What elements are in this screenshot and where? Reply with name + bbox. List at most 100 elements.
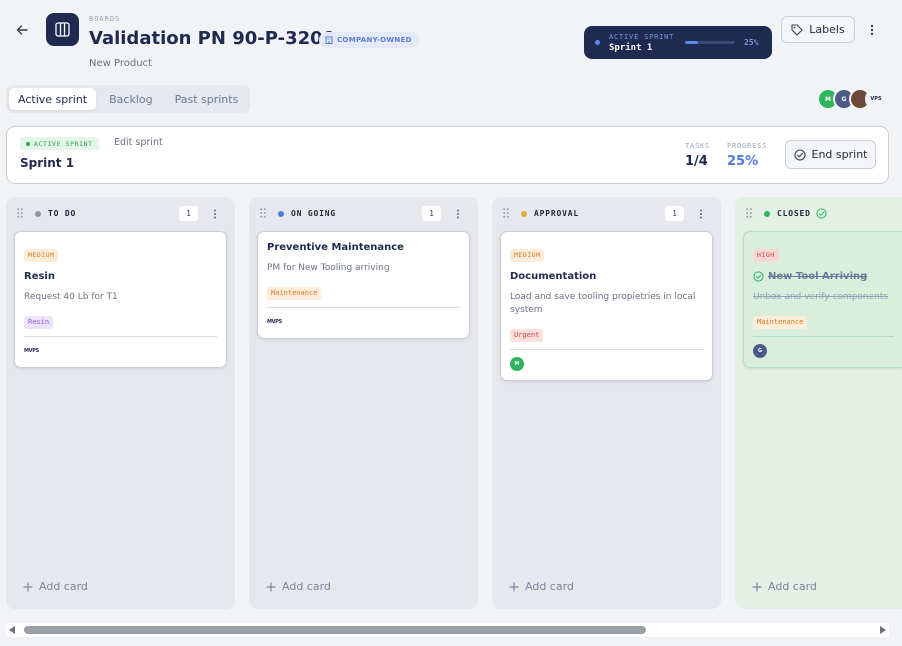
horizontal-scrollbar[interactable] xyxy=(6,623,889,637)
sprint-pill-name: Sprint 1 xyxy=(609,43,653,53)
active-sprint-badge: ACTIVE SPRINT xyxy=(20,137,99,150)
tab-backlog[interactable]: Backlog xyxy=(100,88,161,110)
more-options-button[interactable] xyxy=(862,20,882,40)
add-card-button[interactable]: Add card xyxy=(266,580,331,593)
more-vertical-icon xyxy=(457,209,459,219)
card-tag: Urgent xyxy=(510,329,544,342)
member-avatars[interactable]: M G VPS xyxy=(817,88,887,110)
add-card-button[interactable]: Add card xyxy=(23,580,88,593)
priority-badge: MEDIUM xyxy=(24,249,59,262)
progress-value: 25% xyxy=(727,154,759,169)
sprint-name: Sprint 1 xyxy=(20,156,75,170)
column-menu-button[interactable] xyxy=(696,206,706,222)
column-menu-button[interactable] xyxy=(210,206,220,222)
tasks-value: 1/4 xyxy=(685,154,708,169)
board-icon xyxy=(46,13,79,46)
labels-button-label: Labels xyxy=(809,23,845,36)
sprint-progress-bar xyxy=(685,41,735,44)
card-title: Documentation xyxy=(510,271,597,282)
priority-badge: HIGH xyxy=(753,249,779,262)
card-description: PM for New Tooling arriving xyxy=(267,263,390,273)
building-icon xyxy=(325,36,333,44)
active-sprint-badge-label: ACTIVE SPRINT xyxy=(34,139,93,148)
active-sprint-pill[interactable]: ACTIVE SPRINT Sprint 1 25% xyxy=(584,26,772,59)
add-card-label: Add card xyxy=(768,580,817,593)
add-card-button[interactable]: Add card xyxy=(752,580,817,593)
owner-badge: COMPANY-OWNED xyxy=(319,32,419,48)
column-title: CLOSED xyxy=(777,209,811,218)
card-title-row: New Tool Arriving xyxy=(753,271,894,282)
column-header: ON GOING 1 xyxy=(249,197,478,231)
arrow-left-icon xyxy=(16,25,28,35)
column-header: APPROVAL 1 xyxy=(492,197,721,231)
column-title: APPROVAL xyxy=(534,209,579,218)
scrollbar-thumb[interactable] xyxy=(24,626,646,634)
add-card-label: Add card xyxy=(39,580,88,593)
card-title: Preventive Maintenance xyxy=(267,242,404,253)
column-title: ON GOING xyxy=(291,209,336,218)
column-header: TO DO 1 xyxy=(6,197,235,231)
sprint-panel: ACTIVE SPRINT Edit sprint Sprint 1 TASKS… xyxy=(6,126,889,184)
scroll-right-arrow-icon[interactable] xyxy=(880,626,886,634)
more-vertical-icon xyxy=(214,209,216,219)
priority-badge: MEDIUM xyxy=(510,249,545,262)
view-tabs: Active sprint Backlog Past sprints xyxy=(6,85,251,113)
sprint-pill-percent: 25% xyxy=(744,38,759,47)
card-assignee-avatar[interactable]: G xyxy=(753,343,767,358)
sprint-status-dot xyxy=(595,40,600,45)
tag-icon xyxy=(791,23,803,36)
drag-handle-icon[interactable] xyxy=(260,208,266,218)
card-footer: G xyxy=(753,336,894,358)
card-footer: MVPS xyxy=(24,336,217,357)
more-vertical-icon xyxy=(700,209,702,219)
scroll-left-arrow-icon[interactable] xyxy=(9,626,15,634)
column-title: TO DO xyxy=(48,209,77,218)
card-title: New Tool Arriving xyxy=(768,271,868,282)
plus-icon xyxy=(509,581,519,592)
add-card-label: Add card xyxy=(525,580,574,593)
check-circle-icon xyxy=(753,271,764,282)
column-status-dot xyxy=(764,211,770,217)
task-card[interactable]: HIGH New Tool Arriving Unbox and verify … xyxy=(743,231,902,368)
card-assignee-avatar[interactable]: M xyxy=(510,356,524,371)
drag-handle-icon[interactable] xyxy=(746,208,752,218)
tab-past-sprints[interactable]: Past sprints xyxy=(166,88,248,110)
card-title: Resin xyxy=(24,271,55,282)
breadcrumb[interactable]: BOARDS xyxy=(89,15,120,23)
add-card-button[interactable]: Add card xyxy=(509,580,574,593)
column-count: 1 xyxy=(422,206,441,221)
column-status-dot xyxy=(278,211,284,217)
task-card[interactable]: Preventive Maintenance PM for New Toolin… xyxy=(257,231,470,339)
tasks-label: TASKS xyxy=(685,142,711,150)
check-circle-icon xyxy=(816,208,827,219)
end-sprint-button[interactable]: End sprint xyxy=(785,140,876,169)
avatar[interactable]: VPS xyxy=(865,88,887,110)
card-tag: Maintenance xyxy=(267,287,322,300)
task-card[interactable]: MEDIUM Resin Request 40 Lb for T1 Resin … xyxy=(14,231,227,368)
owner-badge-label: COMPANY-OWNED xyxy=(337,36,412,44)
card-tag: Maintenance xyxy=(753,316,808,329)
plus-icon xyxy=(266,581,276,592)
card-assignee: MVPS xyxy=(24,347,39,354)
progress-label: PROGRESS xyxy=(727,142,768,150)
sprint-progress-fill xyxy=(685,41,698,44)
column-header: CLOSED xyxy=(735,197,902,231)
more-vertical-icon xyxy=(870,24,874,36)
column-todo: TO DO 1 MEDIUM Resin Request 40 Lb for T… xyxy=(6,197,235,609)
plus-icon xyxy=(23,581,33,592)
tab-active-sprint[interactable]: Active sprint xyxy=(9,88,97,110)
labels-button[interactable]: Labels xyxy=(781,16,855,43)
task-card[interactable]: MEDIUM Documentation Load and save tooli… xyxy=(500,231,713,381)
drag-handle-icon[interactable] xyxy=(17,208,23,218)
column-closed: CLOSED HIGH New Tool Arriving Unbox and … xyxy=(735,197,902,609)
back-button[interactable] xyxy=(12,20,32,40)
edit-sprint-link[interactable]: Edit sprint xyxy=(114,137,163,148)
column-menu-button[interactable] xyxy=(453,206,463,222)
page-subtitle: New Product xyxy=(89,58,152,69)
drag-handle-icon[interactable] xyxy=(503,208,509,218)
card-footer: MVPS xyxy=(267,307,460,328)
column-status-dot xyxy=(521,211,527,217)
column-status-dot xyxy=(35,211,41,217)
check-circle-icon xyxy=(793,148,806,161)
end-sprint-label: End sprint xyxy=(811,148,868,161)
